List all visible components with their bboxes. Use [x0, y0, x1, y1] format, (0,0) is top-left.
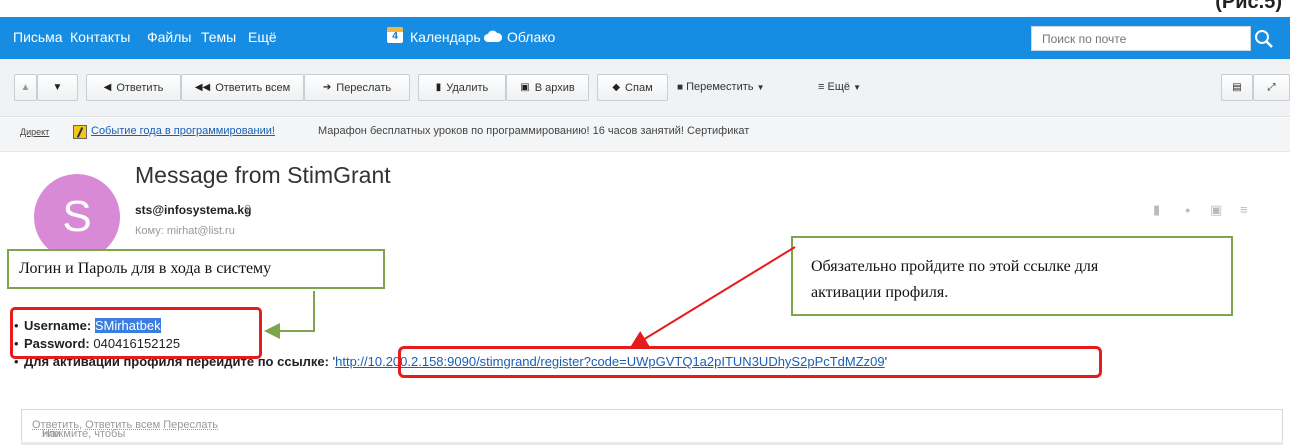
archive-button[interactable]: ▣ В архив: [506, 74, 589, 101]
ad-text: Марафон бесплатных уроков по программиро…: [318, 125, 750, 137]
quick-reply-hint: Нажмите, чтобы Ответить, Ответить всем и…: [32, 419, 219, 440]
trash-icon: ▮: [435, 82, 442, 93]
menu-icon[interactable]: ≡: [1240, 202, 1248, 217]
recipient-line: Кому: mirhat@list.ru: [135, 225, 235, 237]
ad-link[interactable]: Событие года в программировании!: [91, 125, 275, 137]
ad-logo-icon: [73, 125, 87, 139]
move-button[interactable]: ■ Переместить ▼: [677, 81, 765, 93]
next-message-button[interactable]: ▼: [37, 74, 78, 101]
cloud-icon[interactable]: [484, 30, 502, 42]
quick-forward-link[interactable]: Переслать: [163, 419, 218, 431]
nav-calendar[interactable]: Календарь: [410, 29, 481, 45]
reply-all-icon: ◀◀: [194, 82, 211, 93]
delete-button[interactable]: ▮ Удалить: [418, 74, 506, 101]
forward-button[interactable]: ➔ Переслать: [304, 74, 410, 101]
reply-icon: ◀: [103, 82, 112, 93]
ad-banner: Директ Событие года в программировании! …: [0, 118, 1290, 152]
activation-callout: Обязательно пройдите по этой ссылке для …: [791, 236, 1233, 316]
nav-letters[interactable]: Письма: [13, 29, 63, 45]
calendar-icon[interactable]: 4: [387, 27, 403, 43]
nav-themes[interactable]: Темы: [201, 29, 236, 45]
forward-icon: ➔: [322, 82, 332, 93]
search-separator: -: [1232, 30, 1237, 46]
reply-all-button[interactable]: ◀◀ Ответить всем: [181, 74, 304, 101]
arrow-down-icon: ▼: [52, 82, 63, 93]
top-navigation: Письма Контакты Файлы Темы Ещё 4 Календа…: [0, 17, 1290, 59]
quick-reply-box[interactable]: Нажмите, чтобы Ответить, Ответить всем и…: [21, 409, 1283, 443]
archive-small-icon[interactable]: ▣: [1210, 202, 1222, 218]
spam-button[interactable]: ◆ Спам: [597, 74, 668, 101]
ad-direct-label[interactable]: Директ: [20, 127, 49, 137]
sender-avatar: S: [34, 174, 120, 260]
nav-contacts[interactable]: Контакты: [70, 29, 130, 45]
dot-icon[interactable]: ●: [1185, 205, 1190, 215]
search-icon[interactable]: [1253, 28, 1275, 50]
search-field[interactable]: [1031, 26, 1251, 51]
archive-icon: ▣: [520, 82, 530, 93]
more-menu-button[interactable]: ≡ Ещё ▼: [818, 81, 861, 93]
sender-email[interactable]: sts@infosystema.kg: [135, 203, 251, 217]
nav-more[interactable]: Ещё: [248, 29, 277, 45]
expand-icon: ⤢: [1267, 82, 1276, 93]
flag-icon[interactable]: ▮: [1153, 202, 1160, 218]
chevron-down-icon: ▼: [756, 83, 765, 92]
search-input[interactable]: [1042, 30, 1212, 48]
thumb-down-icon: ◆: [612, 82, 621, 93]
search-sender-icon[interactable]: ⚲: [244, 204, 251, 215]
activation-callout-line2: активации профиля.: [811, 284, 949, 301]
activation-callout-line1: Обязательно пройдите по этой ссылке для: [811, 258, 1099, 275]
login-callout: Логин и Пароль для в хода в систему: [7, 249, 385, 289]
figure-label: (Рис.5): [1215, 0, 1282, 13]
nav-files[interactable]: Файлы: [147, 29, 191, 45]
nav-cloud[interactable]: Облако: [507, 29, 555, 45]
printer-icon: ▤: [1232, 82, 1242, 93]
menu-lines-icon: ≡: [818, 81, 825, 93]
folder-icon: ■: [677, 82, 684, 93]
arrow-up-icon: ▲: [20, 82, 31, 93]
print-button[interactable]: ▤: [1221, 74, 1253, 101]
reply-button[interactable]: ◀ Ответить: [86, 74, 181, 101]
link-highlight: [398, 346, 1102, 378]
previous-message-button[interactable]: ▲: [14, 74, 37, 101]
message-toolbar: ▲ ▼ ◀ Ответить ◀◀ Ответить всем ➔ Переслать…: [0, 59, 1290, 117]
chevron-down-icon: ▼: [853, 83, 861, 92]
credentials-highlight: [10, 307, 262, 359]
expand-button[interactable]: ⤢: [1253, 74, 1290, 101]
message-subject: Message from StimGrant: [135, 162, 391, 188]
